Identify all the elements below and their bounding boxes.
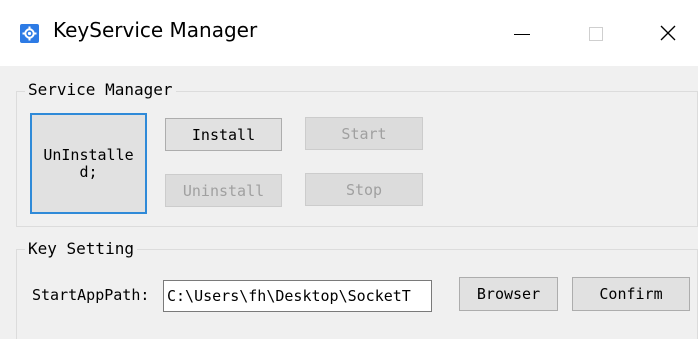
- start-app-path-input[interactable]: C:\Users\fh\Desktop\SocketT: [163, 280, 432, 312]
- close-icon: [660, 25, 676, 41]
- uninstall-button[interactable]: Uninstall: [165, 174, 282, 207]
- gear-icon: [20, 24, 39, 43]
- start-app-path-label: StartAppPath:: [32, 286, 150, 304]
- stop-button[interactable]: Stop: [305, 173, 423, 206]
- key-setting-group-title: Key Setting: [25, 239, 137, 259]
- maximize-button[interactable]: [574, 14, 620, 54]
- minimize-icon: [514, 34, 530, 35]
- maximize-icon: [589, 27, 603, 41]
- service-status-text: UnInstalled;: [43, 145, 134, 181]
- close-button[interactable]: [646, 14, 692, 54]
- service-manager-group-title: Service Manager: [25, 80, 176, 100]
- service-status-display: UnInstalled;: [30, 113, 147, 214]
- window-title: KeyService Manager: [53, 18, 258, 42]
- confirm-button[interactable]: Confirm: [572, 277, 690, 311]
- title-bar[interactable]: KeyService Manager: [0, 0, 698, 66]
- browser-button[interactable]: Browser: [459, 277, 558, 311]
- minimize-button[interactable]: [499, 14, 545, 54]
- start-button[interactable]: Start: [305, 117, 423, 150]
- install-button[interactable]: Install: [165, 118, 282, 151]
- keyservice-manager-window: KeyService Manager Service Manager UnIns…: [0, 0, 698, 339]
